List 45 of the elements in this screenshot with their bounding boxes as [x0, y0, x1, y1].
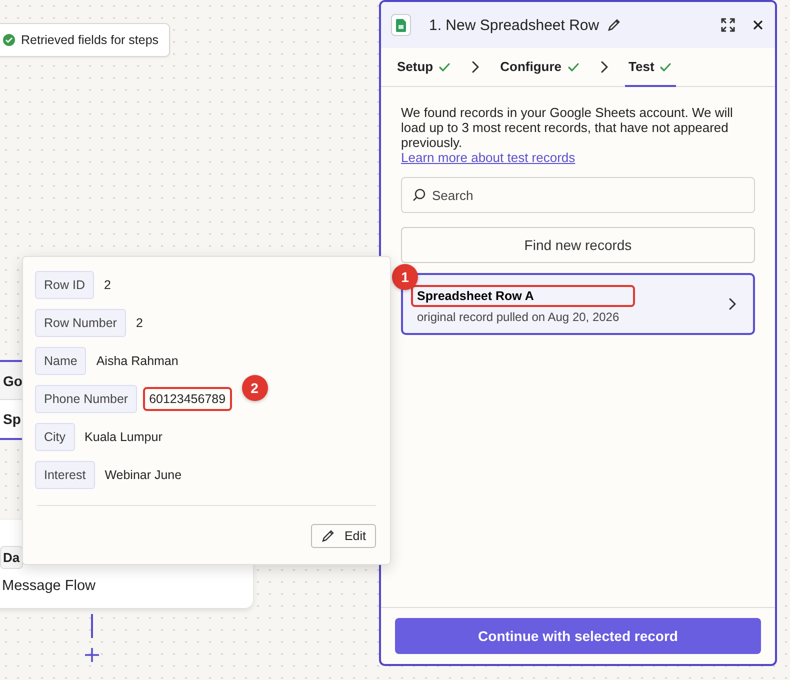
connector-line — [91, 614, 93, 638]
field-value: 60123456789 — [143, 387, 232, 411]
field-label: Row ID — [35, 271, 94, 299]
expand-button[interactable] — [721, 18, 735, 32]
chevron-right-icon — [728, 298, 737, 310]
learn-more-link[interactable]: Learn more about test records — [401, 150, 576, 165]
panel-title: 1. New Spreadsheet Row — [429, 16, 600, 34]
plus-icon — [84, 647, 100, 663]
add-step-button[interactable] — [84, 647, 100, 663]
record-subtitle: original record pulled on Aug 20, 2026 — [416, 310, 620, 324]
description-text: We found records in your Google Sheets account. We will load up to 3 most recent records, that have not appeared previously. — [401, 105, 734, 150]
step-tab[interactable]: Test — [624, 48, 676, 87]
record-title: Spreadsheet Row A — [411, 284, 635, 306]
field-value: Webinar June — [104, 467, 183, 484]
close-icon — [753, 20, 763, 30]
step-tab[interactable]: Setup — [393, 48, 456, 87]
step-text: Sp — [2, 410, 22, 429]
step-tab[interactable]: Configure — [496, 48, 584, 87]
chevron-right-icon — [471, 61, 480, 73]
continue-button[interactable]: Continue with selected record — [395, 618, 761, 654]
field-label: Phone Number — [35, 385, 138, 413]
status-text: Retrieved fields for steps — [21, 33, 159, 47]
chevron-right-icon — [600, 61, 609, 73]
check-circle-icon — [3, 34, 15, 46]
pencil-icon — [607, 18, 622, 32]
field-label: City — [35, 423, 75, 451]
annotation-badge: 2 — [242, 375, 268, 401]
pencil-icon — [321, 529, 336, 543]
field-value: 2 — [134, 315, 144, 332]
close-button[interactable] — [753, 20, 763, 30]
step-title: Message Flow — [2, 578, 96, 594]
expand-icon — [721, 18, 735, 32]
sheet-app-icon — [391, 14, 411, 36]
search-icon — [412, 188, 426, 202]
find-records-button[interactable]: Find new records — [401, 227, 755, 263]
field-label: Row Number — [35, 309, 126, 337]
field-label: Interest — [35, 461, 95, 489]
field-value: Aisha Rahman — [95, 353, 180, 370]
field-value: Kuala Lumpur — [84, 429, 164, 446]
edit-button[interactable]: Edit — [311, 524, 376, 548]
field-label: Name — [35, 347, 86, 375]
annotation-badge: 1 — [392, 264, 418, 290]
search-field[interactable]: Search — [401, 177, 755, 213]
field-value: 2 — [102, 277, 112, 294]
app-tag: Da — [0, 546, 23, 569]
